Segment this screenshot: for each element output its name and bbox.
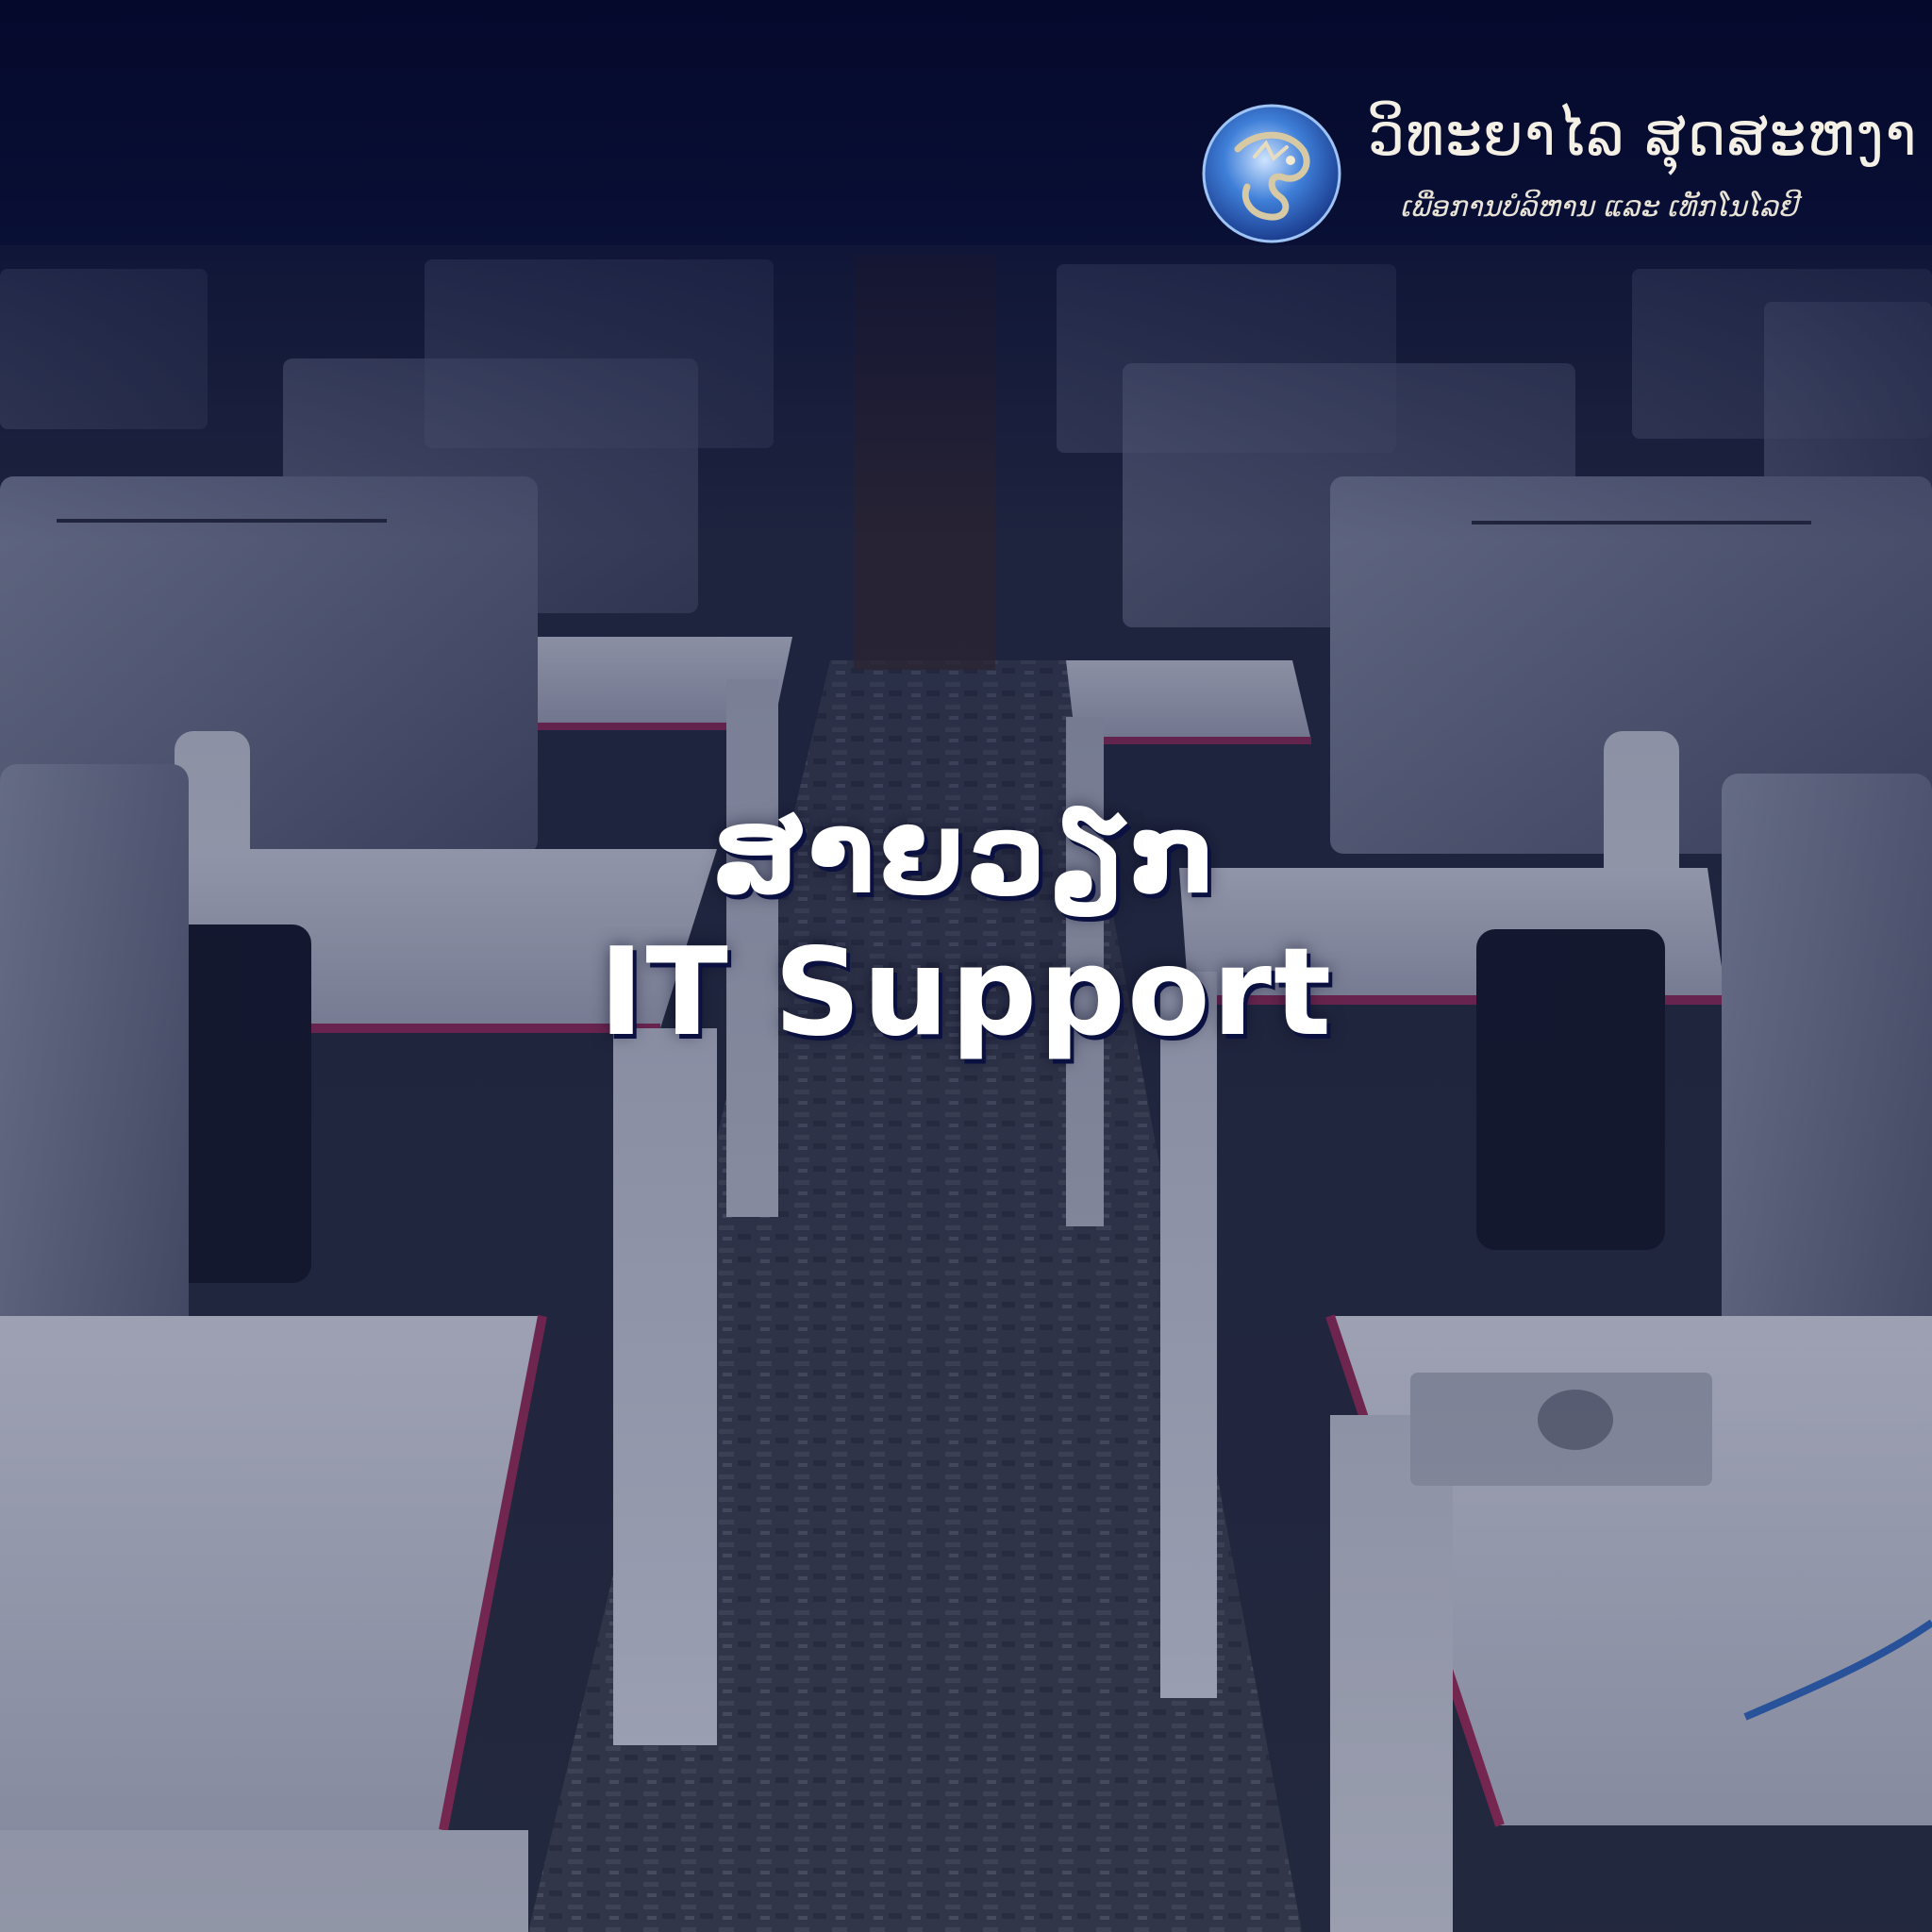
brand-name: ວິທະຍາໄລ ສຸດສະຫງາ	[1368, 100, 1918, 169]
brand-tagline: ເພື່ອການບໍລິຫານ ແລະ ເທັກໂນໂລຢີ	[1400, 191, 1798, 224]
poster-canvas: ວິທະຍາໄລ ສຸດສະຫງາ ເພື່ອການບໍລິຫານ ແລະ ເທ…	[0, 0, 1932, 1932]
headline-lao: ສາຍວຽກ	[711, 789, 1221, 919]
dragon-emblem-icon	[1202, 104, 1341, 243]
headline-english: IT Support	[598, 923, 1334, 1063]
brand-logo: ວິທະຍາໄລ ສຸດສະຫງາ ເພື່ອການບໍລິຫານ ແລະ ເທ…	[1200, 98, 1917, 249]
headline: ສາຍວຽກ IT Support	[0, 783, 1932, 1064]
